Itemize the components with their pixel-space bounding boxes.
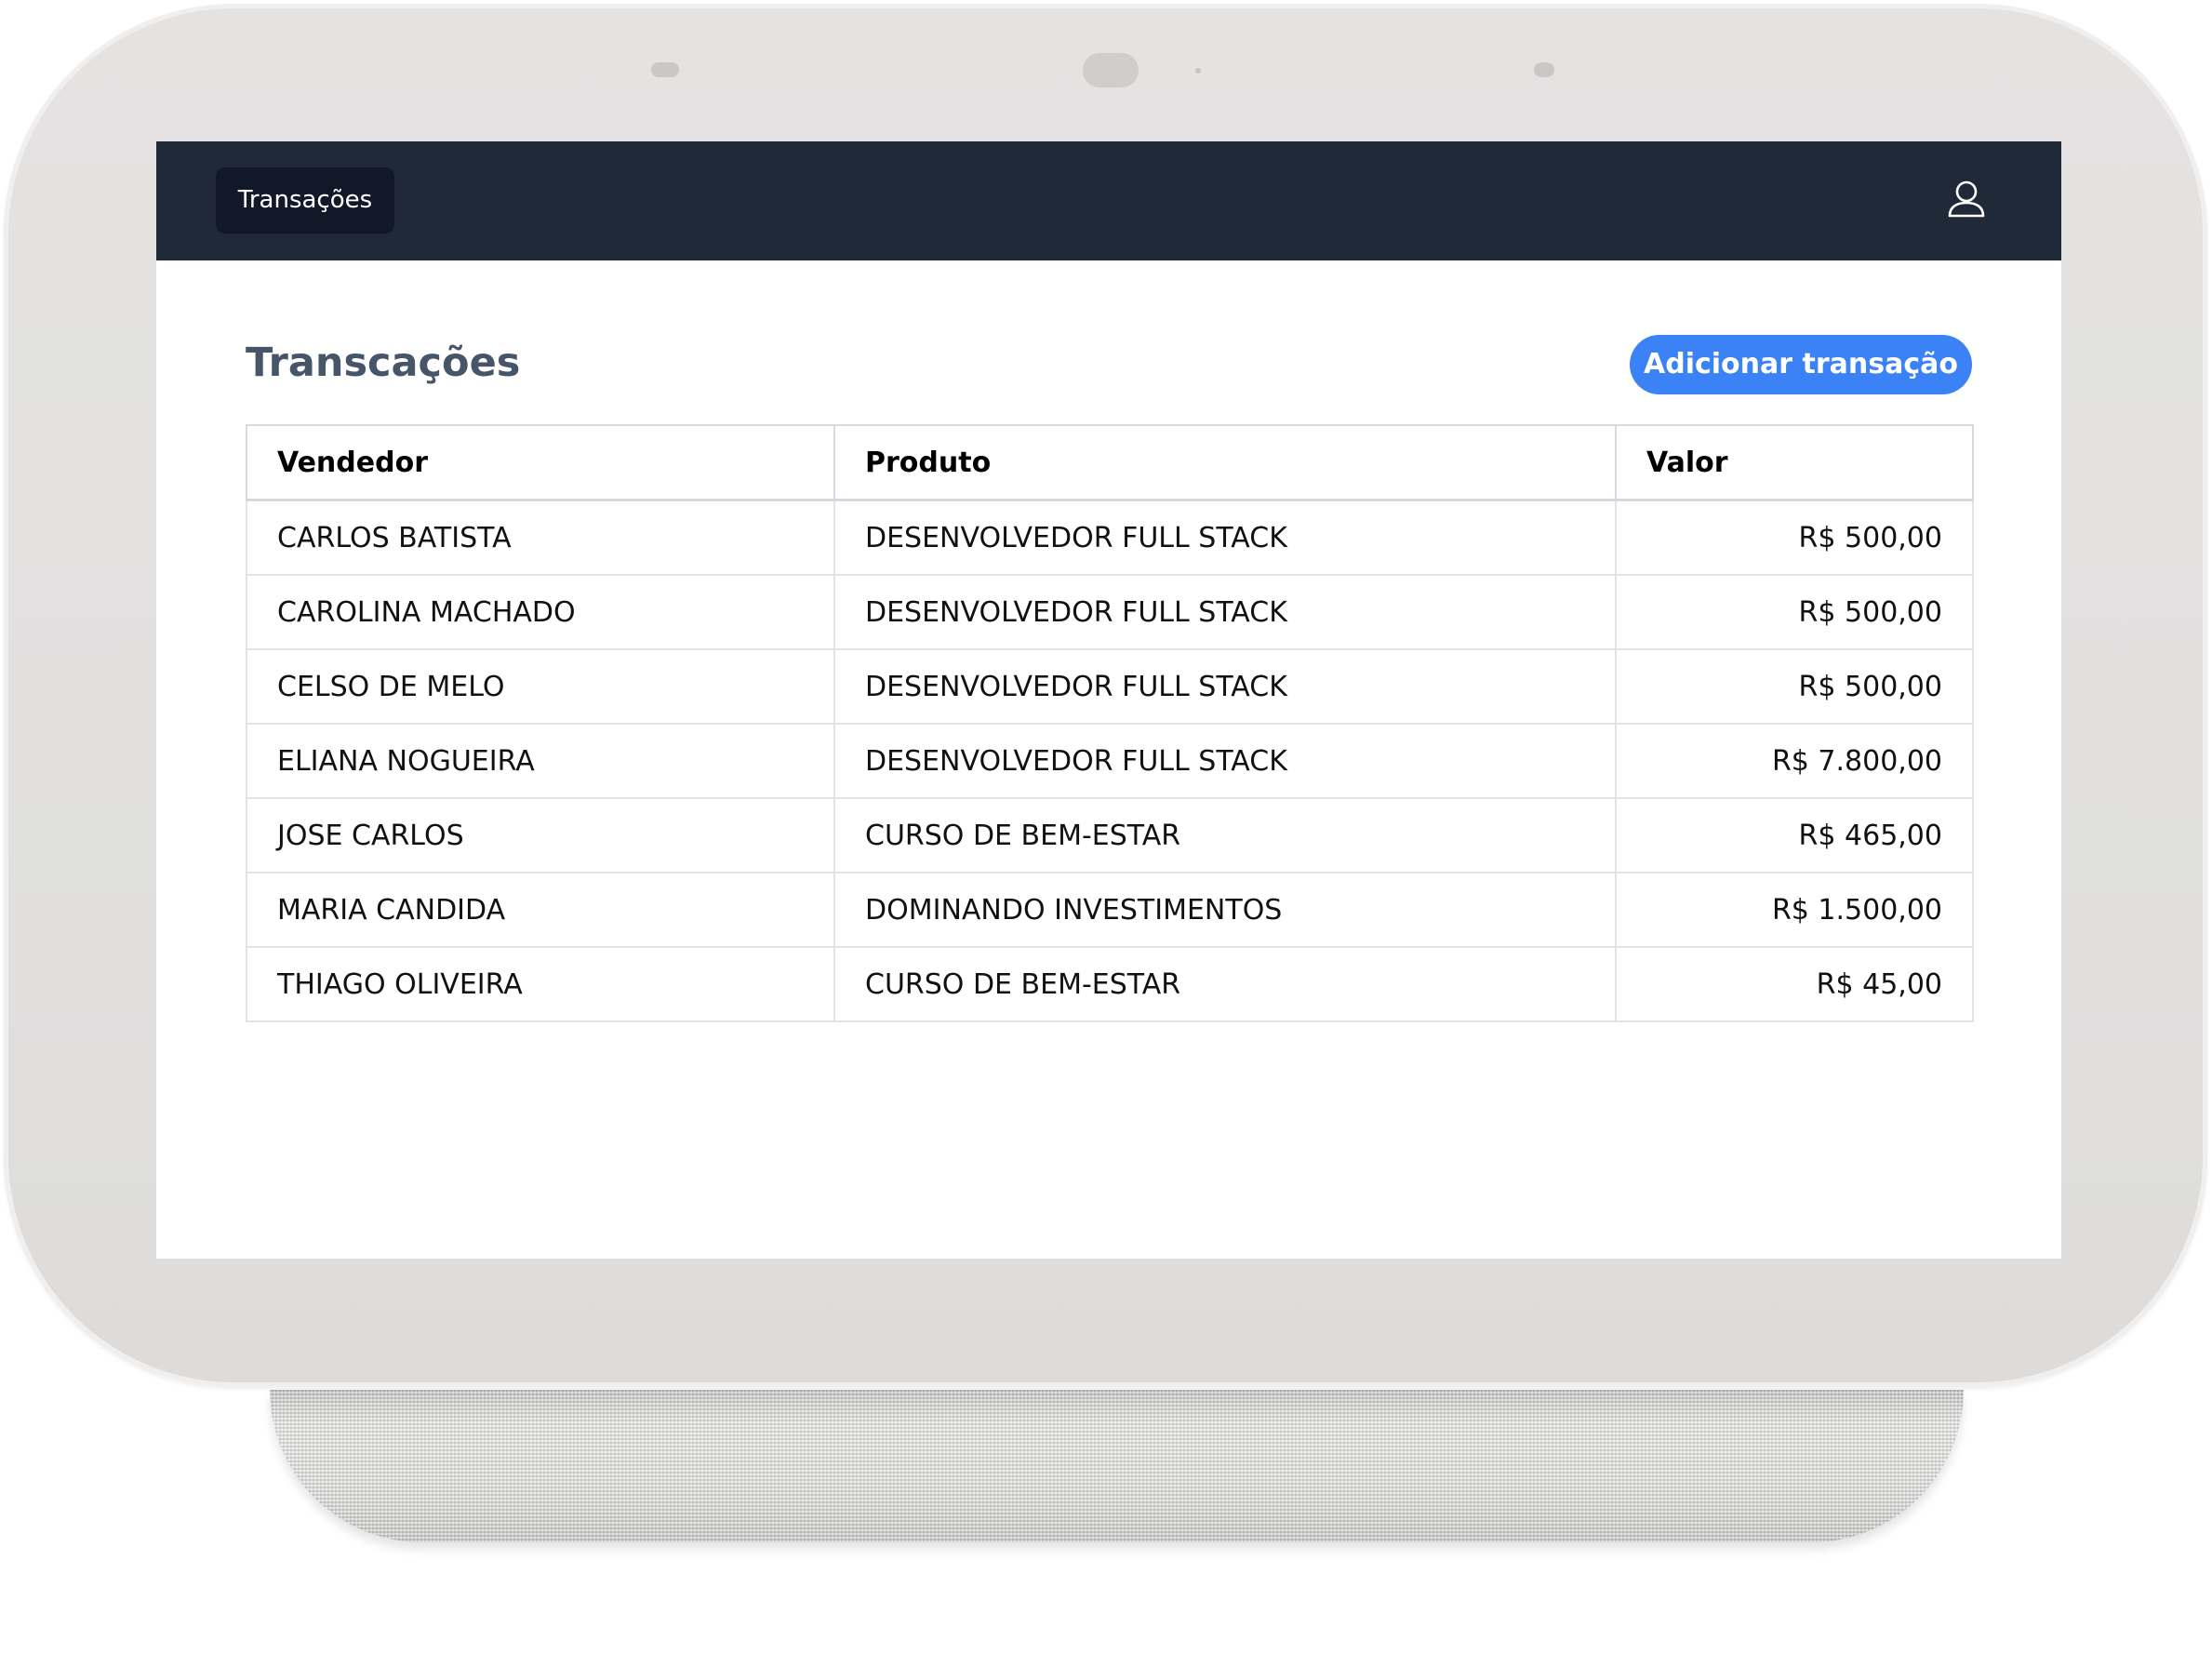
app-screen: Transações Transcações Adicionar transaç…: [156, 141, 2061, 1259]
device-mockup: Transações Transcações Adicionar transaç…: [0, 0, 2212, 1667]
value-cell: R$ 1.500,00: [1615, 872, 1974, 948]
seller-cell: CAROLINA MACHADO: [246, 574, 835, 650]
transactions-table: Vendedor Produto Valor CARLOS BATISTA DE…: [246, 424, 1974, 1022]
product-cell: DESENVOLVEDOR FULL STACK: [833, 574, 1617, 650]
value-cell: R$ 45,00: [1615, 946, 1974, 1022]
nav-tab-transactions[interactable]: Transações: [216, 167, 394, 233]
value-cell: R$ 500,00: [1615, 574, 1974, 650]
product-cell: DOMINANDO INVESTIMENTOS: [833, 872, 1617, 948]
camera-icon: [1083, 53, 1139, 87]
product-cell: DESENVOLVEDOR FULL STACK: [833, 723, 1617, 799]
product-cell: DESENVOLVEDOR FULL STACK: [833, 499, 1617, 576]
value-cell: R$ 500,00: [1615, 648, 1974, 725]
table-row[interactable]: CAROLINA MACHADO DESENVOLVEDOR FULL STAC…: [246, 574, 1974, 650]
seller-cell: CARLOS BATISTA: [246, 499, 835, 576]
table-header-row: Vendedor Produto Valor: [246, 424, 1974, 501]
table-row[interactable]: JOSE CARLOS CURSO DE BEM-ESTAR R$ 465,00: [246, 797, 1974, 874]
table-row[interactable]: MARIA CANDIDA DOMINANDO INVESTIMENTOS R$…: [246, 872, 1974, 948]
device-frame: Transações Transcações Adicionar transaç…: [4, 4, 2207, 1387]
product-cell: CURSO DE BEM-ESTAR: [833, 946, 1617, 1022]
mic-dot: [1195, 68, 1201, 73]
seller-cell: CELSO DE MELO: [246, 648, 835, 725]
table-row[interactable]: CARLOS BATISTA DESENVOLVEDOR FULL STACK …: [246, 499, 1974, 576]
user-icon[interactable]: [1944, 177, 1989, 221]
seller-cell: THIAGO OLIVEIRA: [246, 946, 835, 1022]
speaker-base: [270, 1390, 1964, 1542]
product-cell: DESENVOLVEDOR FULL STACK: [833, 648, 1617, 725]
page-title: Transcações: [246, 340, 521, 386]
navbar: Transações: [156, 141, 2061, 260]
value-cell: R$ 7.800,00: [1615, 723, 1974, 799]
table-row[interactable]: CELSO DE MELO DESENVOLVEDOR FULL STACK R…: [246, 648, 1974, 725]
seller-cell: MARIA CANDIDA: [246, 872, 835, 948]
column-header-value: Valor: [1615, 424, 1974, 501]
column-header-product: Produto: [833, 424, 1617, 501]
user-icon-svg: [1948, 180, 1985, 218]
add-transaction-button[interactable]: Adicionar transação: [1630, 335, 1972, 394]
value-cell: R$ 500,00: [1615, 499, 1974, 576]
table-row[interactable]: THIAGO OLIVEIRA CURSO DE BEM-ESTAR R$ 45…: [246, 946, 1974, 1022]
seller-cell: ELIANA NOGUEIRA: [246, 723, 835, 799]
table-row[interactable]: ELIANA NOGUEIRA DESENVOLVEDOR FULL STACK…: [246, 723, 1974, 799]
light-sensor: [651, 62, 679, 77]
light-sensor-right: [1534, 62, 1554, 77]
seller-cell: JOSE CARLOS: [246, 797, 835, 874]
column-header-seller: Vendedor: [246, 424, 835, 501]
product-cell: CURSO DE BEM-ESTAR: [833, 797, 1617, 874]
value-cell: R$ 465,00: [1615, 797, 1974, 874]
